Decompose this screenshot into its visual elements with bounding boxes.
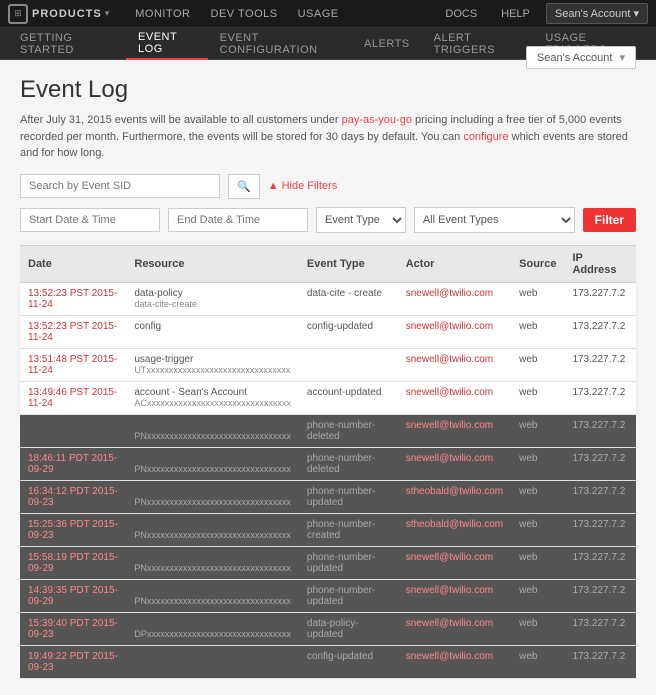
- table-row[interactable]: 13:52:23 PST 2015-11-24 config config-up…: [20, 315, 636, 348]
- date-link[interactable]: 14:39:35 PDT 2015-09-29: [28, 585, 118, 607]
- end-date-input[interactable]: [168, 208, 308, 232]
- nav-docs[interactable]: DOCS: [437, 8, 485, 20]
- logo-icon: ⊞: [8, 4, 28, 24]
- actor-link[interactable]: snewell@twilio.com: [406, 288, 493, 299]
- table-row[interactable]: 13:49:46 PST 2015-11-24 account - Sean's…: [20, 381, 636, 414]
- table-row[interactable]: 13:51:48 PST 2015-11-24 usage-triggerUTx…: [20, 348, 636, 381]
- col-ip: IP Address: [564, 245, 636, 282]
- subnav-alert-triggers[interactable]: ALERT TRIGGERS: [422, 28, 534, 60]
- date-link[interactable]: 13:52:23 PST 2015-11-24: [28, 288, 117, 310]
- date-link[interactable]: 19:49:22 PDT 2015-09-23: [28, 651, 118, 673]
- start-date-input[interactable]: [20, 208, 160, 232]
- hide-filters-link[interactable]: ▲ Hide Filters: [268, 180, 338, 192]
- filter-row: Event Type All Event Types Filter: [20, 207, 636, 233]
- account-caret: ▾: [633, 8, 639, 20]
- actor-link[interactable]: stheobald@twilio.com: [406, 519, 503, 530]
- actor-link[interactable]: stheobald@twilio.com: [406, 486, 503, 497]
- top-nav-right: DOCS HELP Sean's Account ▾: [437, 3, 648, 24]
- top-nav: ⊞ PRODUCTS ▾ MONITOR DEV TOOLS USAGE DOC…: [0, 0, 656, 28]
- nav-usage[interactable]: USAGE: [288, 0, 349, 28]
- filter-button[interactable]: Filter: [583, 208, 636, 232]
- table-row[interactable]: 15:39:40 PDT 2015-09-23 data-policyDPxxx…: [20, 612, 636, 645]
- brand-caret: ▾: [105, 8, 110, 19]
- col-resource: Resource: [126, 245, 299, 282]
- date-link[interactable]: 13:51:48 PST 2015-11-24: [28, 354, 117, 376]
- subnav-event-configuration[interactable]: EVENT CONFIGURATION: [208, 28, 352, 60]
- actor-link[interactable]: snewell@twilio.com: [406, 453, 493, 464]
- configure-link[interactable]: configure: [463, 131, 508, 143]
- date-link[interactable]: 13:52:23 PST 2015-11-24: [28, 321, 117, 343]
- date-link[interactable]: 18:46:11 PDT 2015-09-29: [28, 453, 117, 475]
- nav-devtools[interactable]: DEV TOOLS: [201, 0, 288, 28]
- table-row[interactable]: 14:39:35 PDT 2015-09-29 phone-numberPNxx…: [20, 579, 636, 612]
- all-event-types-select[interactable]: All Event Types: [414, 207, 575, 233]
- triangle-icon: ▲: [268, 180, 279, 192]
- account-badge-button[interactable]: Sean's Account ▾: [526, 46, 636, 69]
- event-type-select[interactable]: Event Type: [316, 207, 406, 233]
- table-row[interactable]: 16:34:12 PDT 2015-09-23 phone-numberPNxx…: [20, 480, 636, 513]
- col-event-type: Event Type: [299, 245, 398, 282]
- date-link[interactable]: 15:25:36 PDT 2015-09-23: [28, 519, 118, 541]
- actor-link[interactable]: snewell@twilio.com: [406, 387, 493, 398]
- main-content: Event Log Sean's Account ▾ After July 31…: [0, 60, 656, 695]
- subnav-alerts[interactable]: ALERTS: [352, 28, 422, 60]
- table-row[interactable]: 13:52:23 PST 2015-11-24 data-policydata-…: [20, 282, 636, 315]
- account-button[interactable]: Sean's Account ▾: [546, 3, 648, 24]
- actor-link[interactable]: snewell@twilio.com: [406, 552, 493, 563]
- date-link[interactable]: 15:58:19 PDT 2015-09-29: [28, 552, 118, 574]
- date-link[interactable]: 15:39:40 PDT 2015-09-23: [28, 618, 118, 640]
- col-actor: Actor: [398, 245, 511, 282]
- search-input[interactable]: [20, 174, 220, 198]
- pricing-link[interactable]: pay-as-you-go: [342, 114, 412, 126]
- subnav-event-log[interactable]: EVENT LOG: [126, 28, 208, 60]
- page-description: After July 31, 2015 events will be avail…: [20, 112, 636, 162]
- nav-help[interactable]: HELP: [493, 8, 538, 20]
- actor-link[interactable]: snewell@twilio.com: [406, 321, 493, 332]
- brand-area[interactable]: ⊞ PRODUCTS ▾: [8, 4, 109, 24]
- top-nav-links: MONITOR DEV TOOLS USAGE: [125, 0, 437, 28]
- event-table: Date Resource Event Type Actor Source IP…: [20, 245, 636, 679]
- actor-link[interactable]: snewell@twilio.com: [406, 585, 493, 596]
- col-date: Date: [20, 245, 126, 282]
- table-row[interactable]: phone-numberPNxxxxxxxxxxxxxxxxxxxxxxxxxx…: [20, 414, 636, 447]
- actor-link[interactable]: snewell@twilio.com: [406, 420, 493, 431]
- actor-link[interactable]: snewell@twilio.com: [406, 651, 493, 662]
- brand-label: PRODUCTS: [32, 8, 102, 20]
- page-title: Event Log: [20, 76, 128, 104]
- date-link[interactable]: 16:34:12 PDT 2015-09-23: [28, 486, 118, 508]
- table-row[interactable]: 18:46:11 PDT 2015-09-29 phone-numberPNxx…: [20, 447, 636, 480]
- col-source: Source: [511, 245, 564, 282]
- badge-caret: ▾: [619, 52, 625, 64]
- actor-link[interactable]: snewell@twilio.com: [406, 354, 493, 365]
- date-link[interactable]: 13:49:46 PST 2015-11-24: [28, 387, 117, 409]
- nav-monitor[interactable]: MONITOR: [125, 0, 200, 28]
- subnav-getting-started[interactable]: GETTING STARTED: [8, 28, 126, 60]
- search-button[interactable]: 🔍: [228, 174, 260, 199]
- table-row[interactable]: 15:58:19 PDT 2015-09-29 phone-numberPNxx…: [20, 546, 636, 579]
- search-icon: 🔍: [237, 181, 251, 193]
- actor-link[interactable]: snewell@twilio.com: [406, 618, 493, 629]
- search-row: 🔍 ▲ Hide Filters: [20, 174, 636, 199]
- table-row[interactable]: 19:49:22 PDT 2015-09-23 config config-up…: [20, 645, 636, 678]
- table-row[interactable]: 15:25:36 PDT 2015-09-23 phone-numberPNxx…: [20, 513, 636, 546]
